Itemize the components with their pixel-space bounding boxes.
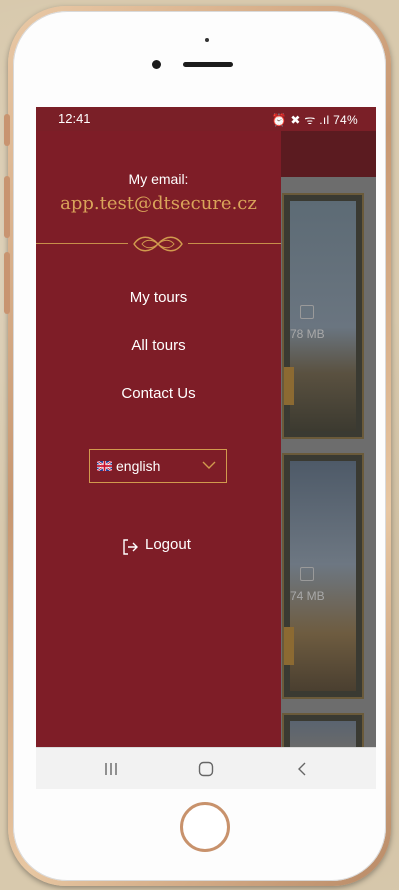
menu-item-my-tours[interactable]: My tours: [36, 289, 281, 306]
ornament-icon: [128, 233, 188, 255]
email-value: app.test@dtsecure.cz: [60, 193, 257, 214]
language-select[interactable]: english: [89, 449, 227, 483]
save-disk-icon: [300, 305, 314, 319]
logout-label: Logout: [145, 536, 191, 553]
recent-apps-icon[interactable]: [104, 762, 118, 776]
home-icon[interactable]: [198, 761, 214, 777]
back-icon[interactable]: [296, 762, 308, 776]
email-label: My email:: [128, 171, 189, 187]
tour-size: 78 MB: [290, 327, 325, 341]
earpiece-speaker: [183, 62, 233, 67]
tour-card[interactable]: 74 MB: [282, 453, 364, 699]
menu-item-all-tours[interactable]: All tours: [36, 337, 281, 354]
chevron-down-icon: [202, 461, 216, 469]
logout-icon: [123, 539, 138, 555]
tour-size: 74 MB: [290, 589, 325, 603]
android-nav-bar: [36, 747, 376, 789]
proximity-sensor: [205, 38, 209, 42]
front-camera: [152, 60, 161, 69]
status-icons: ⏰ ✖ ᯤ .ıl 74%: [271, 113, 358, 127]
uk-flag-icon: [97, 461, 112, 471]
navigation-drawer: My email: app.test@dtsecure.cz My tours …: [36, 131, 281, 747]
download-button[interactable]: [284, 627, 294, 665]
menu-item-contact-us[interactable]: Contact Us: [36, 385, 281, 402]
language-selected: english: [116, 458, 161, 474]
download-button[interactable]: [284, 367, 294, 405]
volume-down-button: [4, 252, 10, 314]
status-time: 12:41: [58, 111, 91, 126]
hardware-home-button[interactable]: [180, 802, 230, 852]
tour-image: [290, 721, 356, 749]
volume-up-button: [4, 176, 10, 238]
save-disk-icon: [300, 567, 314, 581]
mute-switch: [4, 114, 10, 146]
screen: 12:41 ⏰ ✖ ᯤ .ıl 74% 78 MB 74 MB My email…: [36, 107, 376, 789]
tour-card[interactable]: 78 MB: [282, 193, 364, 439]
status-bar: 12:41 ⏰ ✖ ᯤ .ıl 74%: [36, 107, 376, 131]
